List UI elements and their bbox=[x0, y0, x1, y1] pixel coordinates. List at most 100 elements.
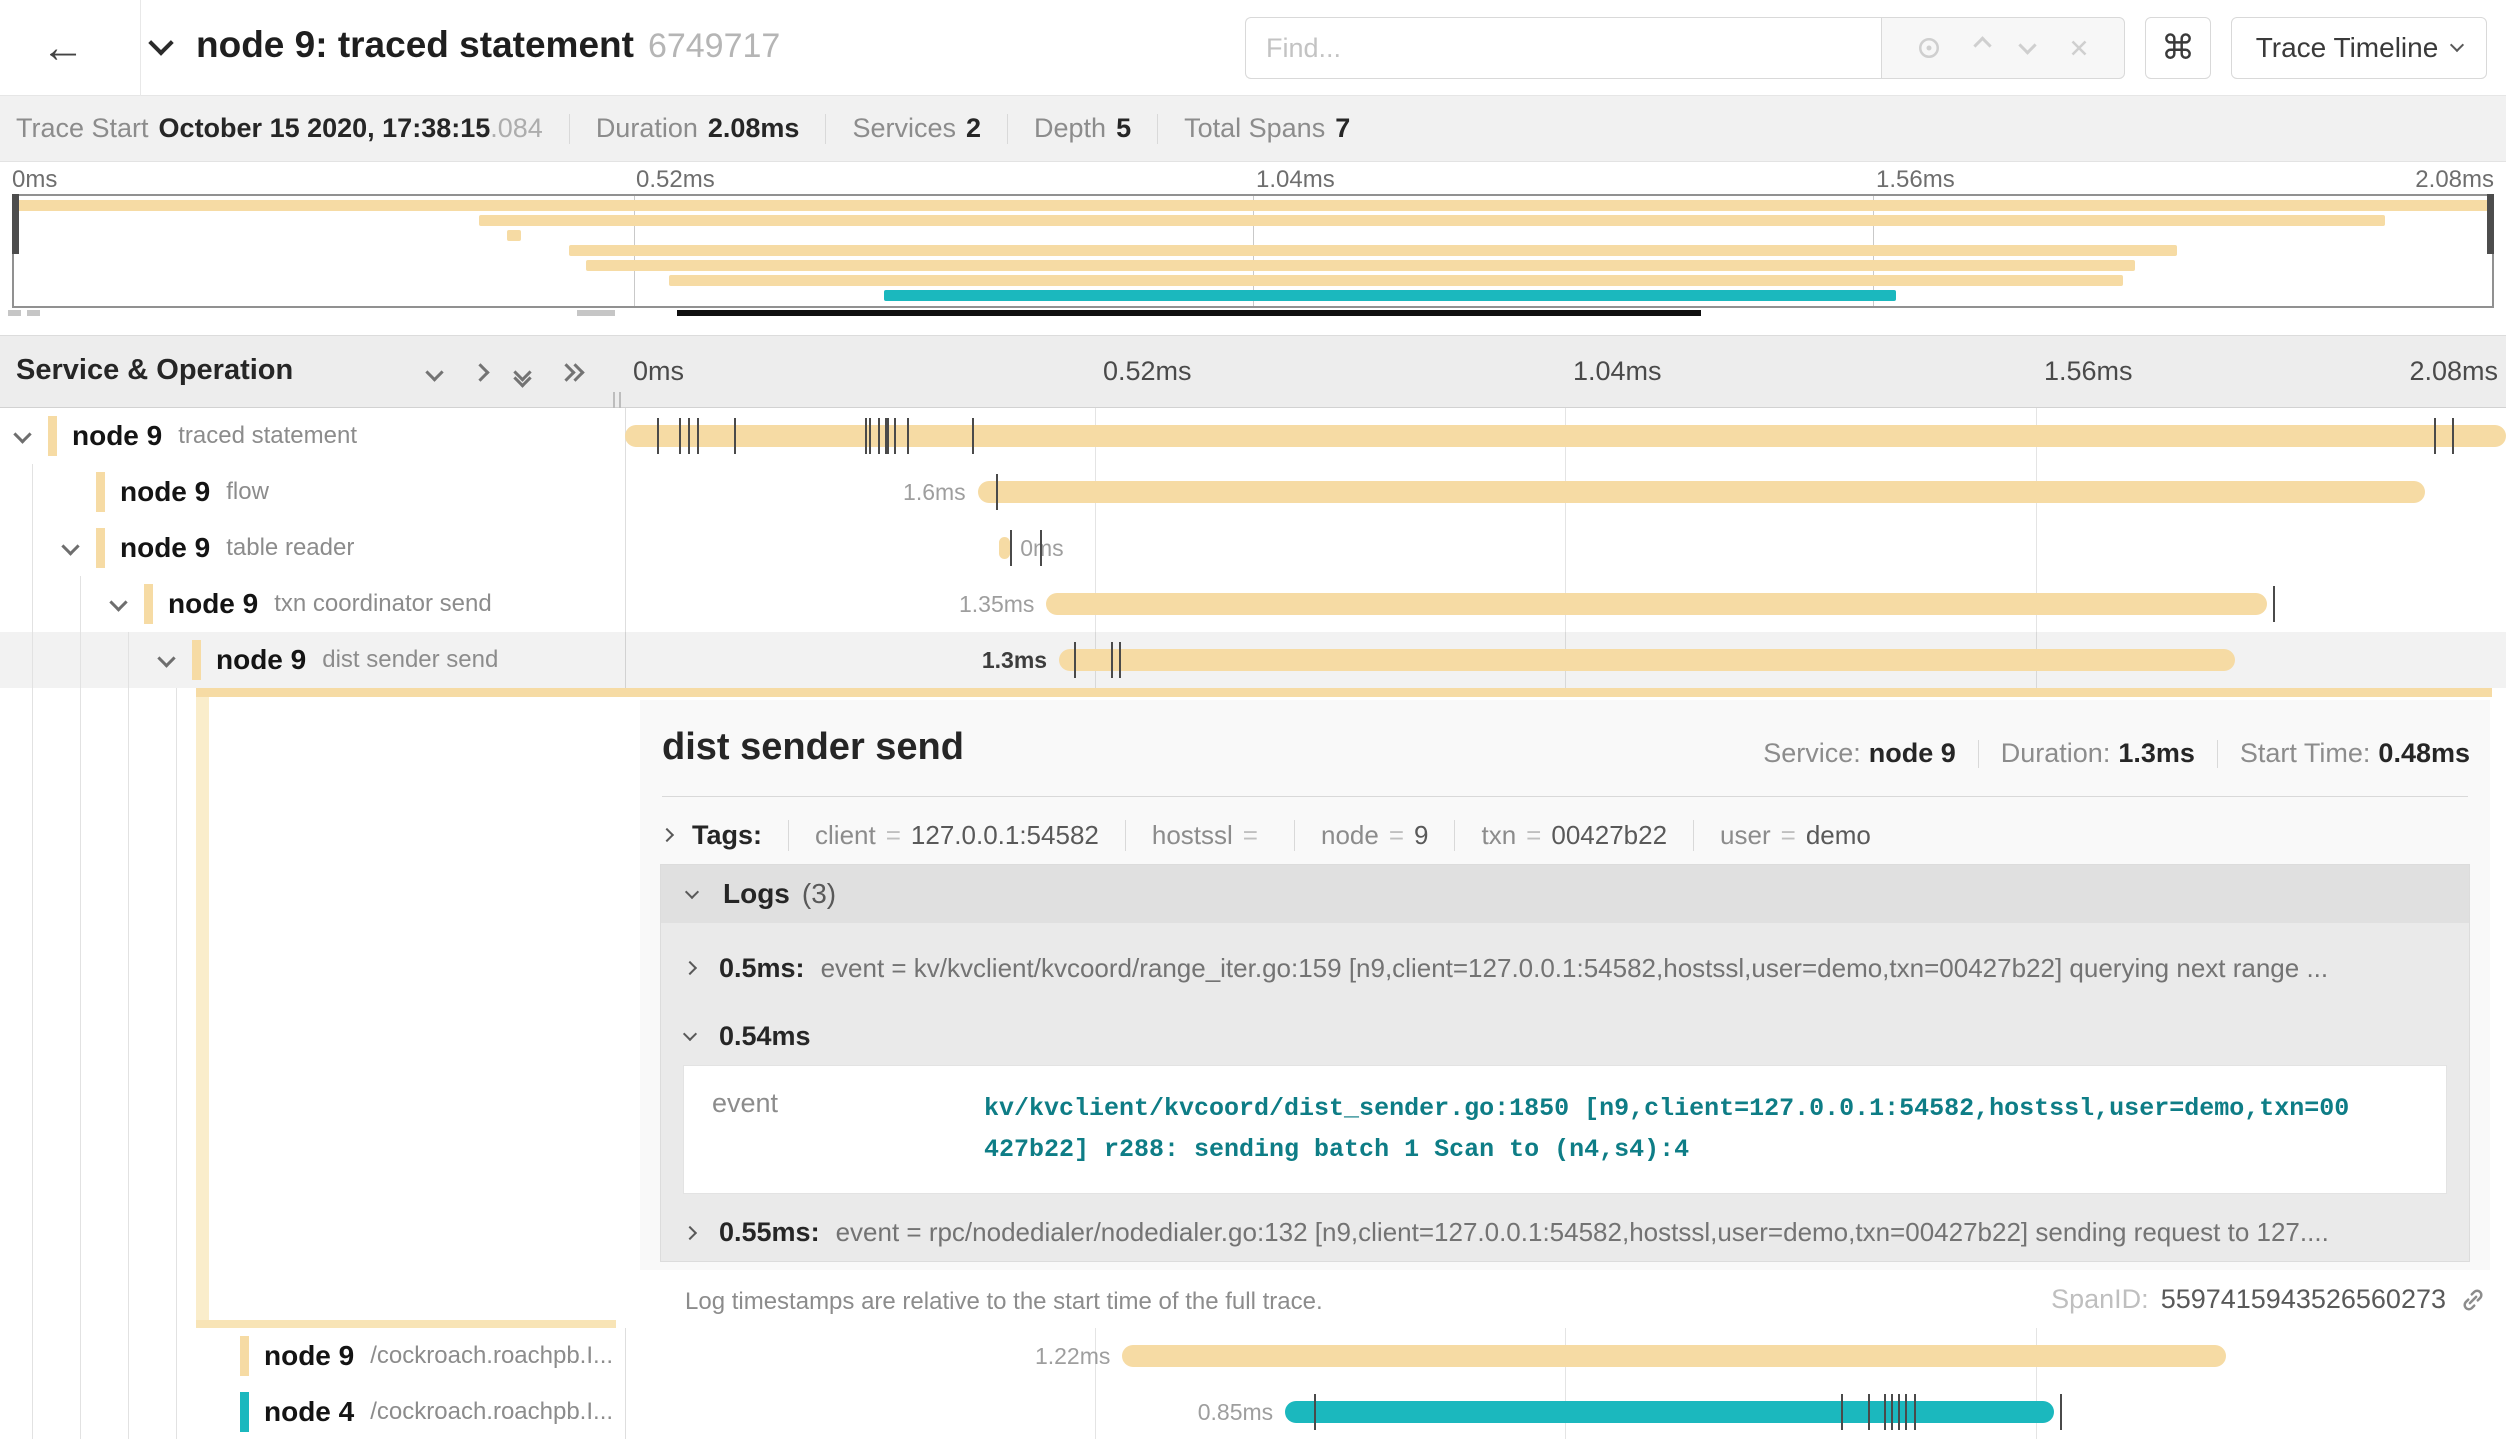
summary-separator bbox=[825, 114, 826, 144]
span-bar[interactable] bbox=[1285, 1401, 2054, 1423]
total-spans-label: Total Spans bbox=[1184, 113, 1325, 144]
minimap-span-bar bbox=[14, 273, 2492, 288]
log-marker-tick bbox=[679, 418, 681, 454]
locate-icon[interactable] bbox=[1914, 33, 1944, 63]
view-selector-button[interactable]: Trace Timeline bbox=[2231, 17, 2487, 79]
span-bar-lane[interactable]: 0.85ms bbox=[625, 1384, 2506, 1439]
chevron-down-icon bbox=[683, 1027, 697, 1041]
link-icon[interactable] bbox=[2458, 1285, 2488, 1315]
timeline-header-row: Service & Operation 0ms 0.52ms 1.04ms 1.… bbox=[0, 335, 2506, 408]
span-row: node 4/cockroach.roachpb.I... 0.85ms bbox=[0, 1384, 2506, 1439]
find-group bbox=[1245, 17, 2125, 79]
chevron-down-icon[interactable] bbox=[16, 428, 29, 446]
span-color-chip bbox=[240, 1336, 249, 1376]
chevron-right-icon bbox=[683, 1225, 697, 1239]
back-arrow-icon[interactable]: ← bbox=[28, 18, 98, 78]
indent-guide bbox=[80, 632, 81, 688]
log-marker-tick bbox=[1914, 1394, 1916, 1430]
span-bar-lane[interactable]: 1.22ms bbox=[625, 1328, 2506, 1384]
column-resizer-grip[interactable] bbox=[610, 392, 624, 408]
span-operation: txn coordinator send bbox=[274, 590, 491, 618]
span-operation: /cockroach.roachpb.I... bbox=[370, 1398, 613, 1426]
tags-row[interactable]: Tags: client=127.0.0.1:54582 hostssl= no… bbox=[662, 812, 1897, 858]
duration-value: 2.08ms bbox=[708, 113, 800, 144]
expand-one-icon[interactable] bbox=[474, 366, 487, 384]
view-selector-label: Trace Timeline bbox=[2256, 32, 2439, 64]
span-tree-item[interactable]: node 9 txn coordinator send bbox=[0, 576, 625, 632]
chevron-down-icon[interactable] bbox=[64, 540, 77, 558]
span-bar[interactable] bbox=[1046, 593, 2267, 615]
minimap-span-rows bbox=[14, 198, 2492, 306]
tag-item: hostssl= bbox=[1125, 820, 1294, 851]
log-marker-tick bbox=[1868, 1394, 1870, 1430]
minimap-drag-handle[interactable] bbox=[577, 310, 615, 316]
span-bar-lane[interactable]: 0ms bbox=[625, 520, 2506, 576]
span-tree-item[interactable]: node 9table reader bbox=[0, 520, 625, 576]
span-bar[interactable] bbox=[1122, 1345, 2225, 1367]
summary-separator bbox=[1007, 114, 1008, 144]
span-tree-item[interactable]: node 4/cockroach.roachpb.I... bbox=[0, 1384, 625, 1439]
indent-guide bbox=[128, 1384, 129, 1439]
span-color-chip bbox=[144, 584, 153, 624]
minimap-canvas[interactable] bbox=[12, 194, 2494, 308]
span-tree-item[interactable]: node 9flow bbox=[0, 464, 625, 520]
title-chevron-down-icon[interactable] bbox=[152, 34, 170, 57]
span-bar-lane[interactable] bbox=[625, 408, 2506, 464]
detail-accent-bar bbox=[196, 697, 209, 1320]
start-time-label: Start Time: bbox=[2240, 738, 2371, 769]
span-bar[interactable] bbox=[978, 481, 2425, 503]
logs-count: (3) bbox=[802, 878, 836, 910]
log-timestamp: 0.55ms: bbox=[719, 1217, 820, 1248]
indent-guide bbox=[32, 1384, 33, 1439]
services-value: 2 bbox=[966, 113, 981, 144]
span-tree-item[interactable]: node 9/cockroach.roachpb.I... bbox=[0, 1328, 625, 1384]
duration-value: 1.3ms bbox=[2118, 738, 2195, 769]
span-tree-item[interactable]: node 9dist sender send bbox=[0, 632, 625, 688]
chevron-down-icon[interactable] bbox=[160, 652, 173, 670]
span-color-chip bbox=[96, 528, 105, 568]
duration-label: Duration bbox=[596, 113, 698, 144]
logs-header[interactable]: Logs (3) bbox=[661, 865, 2469, 923]
find-clear-icon[interactable] bbox=[2066, 35, 2092, 61]
span-service: node 9 bbox=[168, 588, 258, 620]
span-service: node 9 bbox=[216, 644, 306, 676]
span-row-selected: node 9dist sender send 1.3ms bbox=[0, 632, 2506, 688]
log-marker-tick bbox=[1841, 1394, 1843, 1430]
keyboard-shortcuts-button[interactable]: ⌘ bbox=[2145, 17, 2211, 79]
minimap-drag-handle[interactable] bbox=[8, 310, 21, 316]
span-bar[interactable] bbox=[1059, 649, 2235, 671]
meta-separator bbox=[2217, 740, 2218, 768]
log-entry[interactable]: 0.55ms: event = rpc/nodedialer/nodediale… bbox=[661, 1204, 2469, 1262]
find-input[interactable] bbox=[1245, 17, 1881, 79]
summary-separator bbox=[569, 114, 570, 144]
find-next-icon[interactable] bbox=[2021, 39, 2034, 57]
minimap-right-scrubber-handle[interactable] bbox=[2487, 194, 2494, 254]
span-tree-item[interactable]: node 9traced statement bbox=[0, 408, 625, 464]
trace-id-short: 6749717 bbox=[648, 27, 780, 65]
collapse-all-icon[interactable] bbox=[516, 366, 542, 384]
collapse-one-icon[interactable] bbox=[428, 366, 441, 384]
minimap-axis: 0ms 0.52ms 1.04ms 1.56ms 2.08ms bbox=[0, 166, 2506, 192]
span-bar-lane[interactable]: 1.35ms bbox=[625, 576, 2506, 632]
services-label: Services bbox=[852, 113, 956, 144]
expand-all-icon[interactable] bbox=[560, 366, 586, 384]
span-id-label: SpanID: bbox=[2051, 1284, 2149, 1315]
log-entry-expanded[interactable]: 0.54ms bbox=[661, 1013, 2469, 1059]
span-bar[interactable] bbox=[999, 537, 1010, 559]
span-id-row: SpanID: 5597415943526560273 bbox=[2051, 1284, 2488, 1315]
axis-tick-label: 1.56ms bbox=[2044, 356, 2133, 387]
minimap-scroll-thumb[interactable] bbox=[677, 310, 1701, 316]
minimap-span-bar bbox=[14, 288, 2492, 303]
total-spans-value: 7 bbox=[1335, 113, 1350, 144]
span-bar-lane[interactable]: 1.3ms bbox=[625, 632, 2506, 688]
chevron-down-icon[interactable] bbox=[112, 596, 125, 614]
span-duration-label: 1.3ms bbox=[982, 647, 1047, 674]
log-timestamp: 0.5ms: bbox=[719, 953, 805, 984]
minimap-drag-handle[interactable] bbox=[27, 310, 40, 316]
minimap-left-scrubber-handle[interactable] bbox=[12, 194, 19, 254]
span-bar-lane[interactable]: 1.6ms bbox=[625, 464, 2506, 520]
find-prev-icon[interactable] bbox=[1976, 39, 1989, 57]
span-row: node 9/cockroach.roachpb.I... 1.22ms bbox=[0, 1328, 2506, 1384]
span-row: node 9flow 1.6ms bbox=[0, 464, 2506, 520]
log-entry[interactable]: 0.5ms: event = kv/kvclient/kvcoord/range… bbox=[661, 939, 2469, 997]
